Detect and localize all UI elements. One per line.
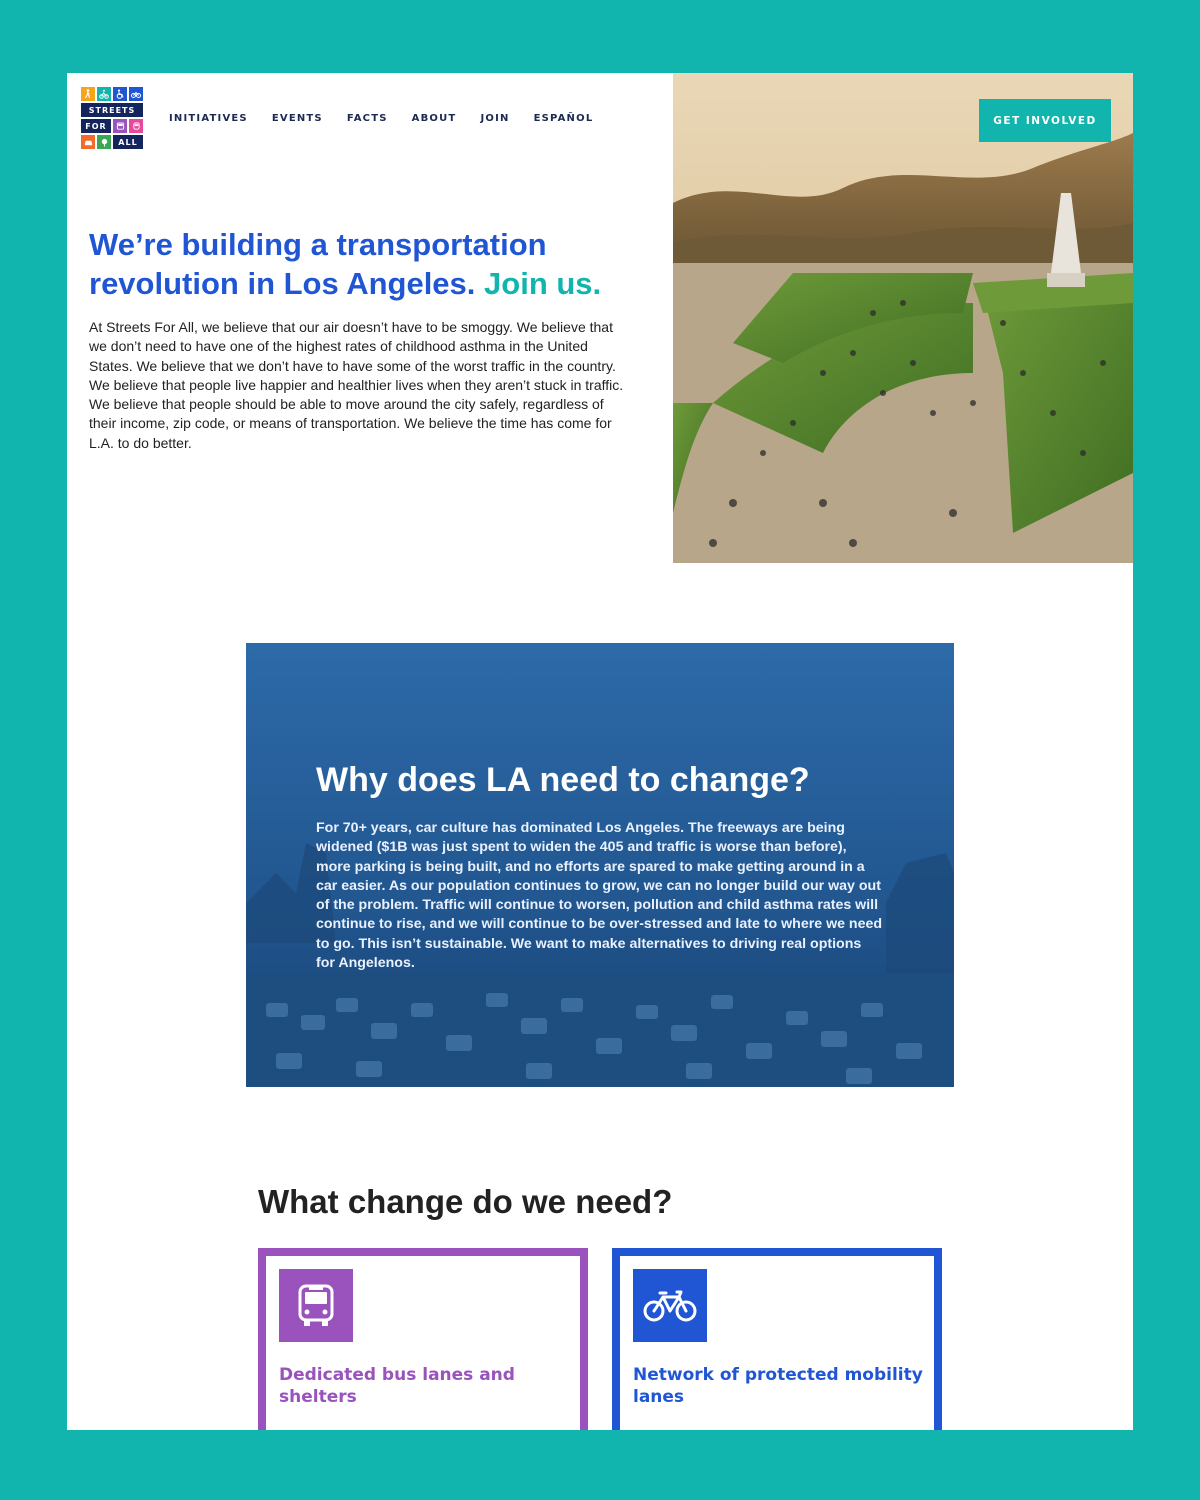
nav-events[interactable]: EVENTS (272, 113, 323, 124)
nav-facts[interactable]: FACTS (347, 113, 388, 124)
why-title: Why does LA need to change? (316, 761, 810, 799)
logo-word-all: ALL (113, 135, 143, 149)
get-involved-button[interactable]: GET INVOLVED (979, 99, 1111, 142)
hero-title-main: We’re building a transportation revoluti… (89, 227, 547, 301)
nav-join[interactable]: JOIN (480, 113, 509, 124)
bus-lanes-card[interactable]: Dedicated bus lanes and shelters (258, 1248, 588, 1430)
logo-icon-row (81, 87, 145, 101)
streets-for-all-logo[interactable]: STREETS FOR ALL (81, 87, 145, 151)
bicycle-icon (633, 1269, 707, 1342)
walk-icon (81, 87, 95, 101)
train-icon (129, 119, 143, 133)
main-nav: INITIATIVES EVENTS FACTS ABOUT JOIN ESPA… (169, 113, 593, 124)
bus-icon (113, 119, 127, 133)
hero-title-accent: Join us. (484, 266, 602, 301)
logo-word-streets: STREETS (81, 103, 143, 117)
nav-initiatives[interactable]: INITIATIVES (169, 113, 248, 124)
hero-image-griffith-lawn (673, 73, 1133, 563)
wheelchair-icon (113, 87, 127, 101)
nav-about[interactable]: ABOUT (412, 113, 457, 124)
tree-icon (97, 135, 111, 149)
bike-icon (97, 87, 111, 101)
car-icon (81, 135, 95, 149)
bus-lanes-card-title: Dedicated bus lanes and shelters (279, 1365, 515, 1407)
nav-espanol[interactable]: ESPAÑOL (534, 113, 594, 124)
bus-icon (279, 1269, 353, 1342)
mobility-lanes-card-title: Network of protected mobility lanes (633, 1365, 923, 1407)
change-title: What change do we need? (258, 1183, 673, 1220)
hero-body: At Streets For All, we believe that our … (89, 319, 624, 451)
cycle-icon (129, 87, 143, 101)
hero-title: We’re building a transportation revoluti… (89, 225, 649, 303)
why-body: For 70+ years, car culture has dominated… (316, 820, 883, 972)
mobility-lanes-card[interactable]: Network of protected mobility lanes (612, 1248, 942, 1430)
logo-word-for: FOR (81, 119, 111, 133)
why-change-section: Why does LA need to change? For 70+ year… (246, 643, 954, 1087)
web-page: STREETS FOR ALL INITIATIVES EVENTS FACTS… (67, 73, 1133, 1430)
